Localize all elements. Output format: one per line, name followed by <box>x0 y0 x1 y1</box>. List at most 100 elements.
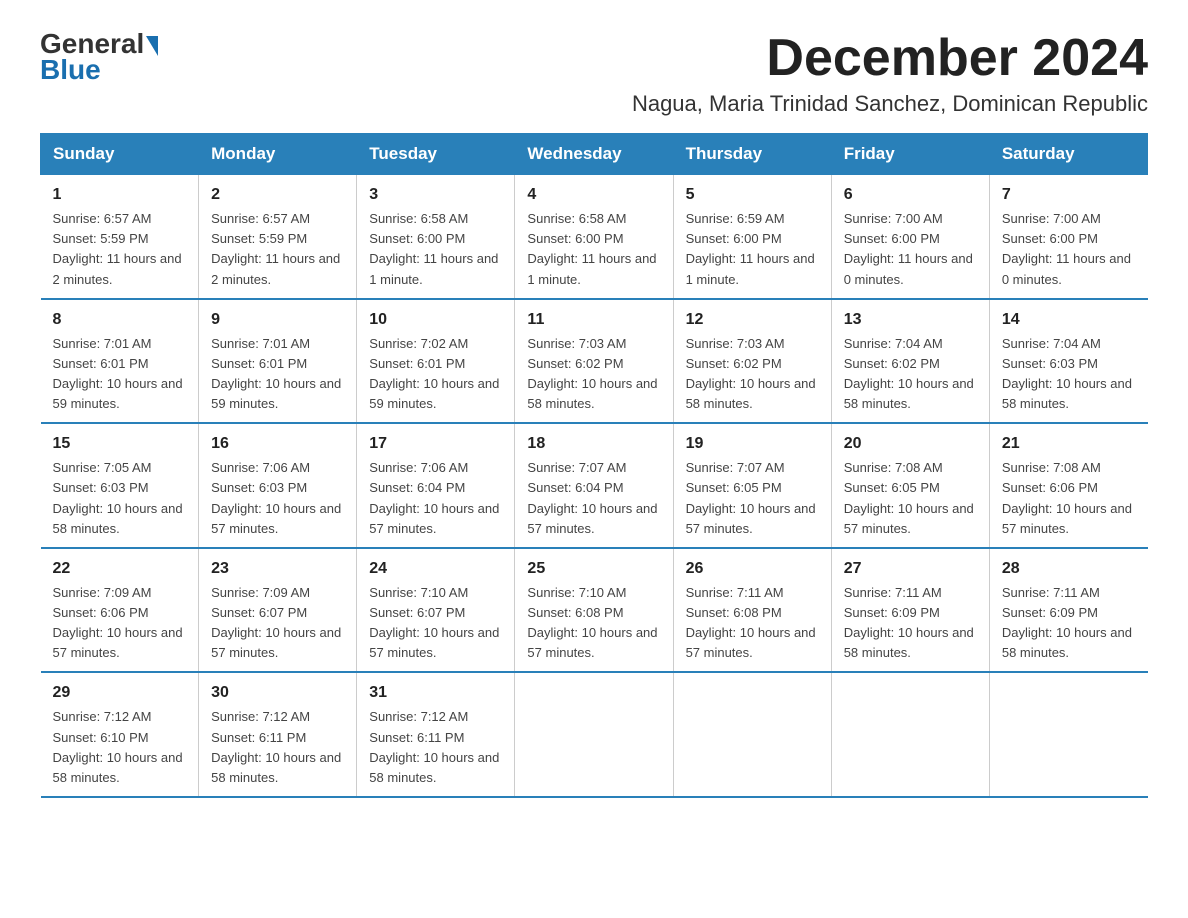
logo[interactable]: General Blue <box>40 30 158 86</box>
day-number: 10 <box>369 308 502 332</box>
day-number: 16 <box>211 432 344 456</box>
day-number: 13 <box>844 308 977 332</box>
day-info: Sunrise: 6:58 AMSunset: 6:00 PMDaylight:… <box>369 209 502 290</box>
calendar-cell: 2Sunrise: 6:57 AMSunset: 5:59 PMDaylight… <box>199 175 357 299</box>
day-number: 30 <box>211 681 344 705</box>
calendar-cell: 4Sunrise: 6:58 AMSunset: 6:00 PMDaylight… <box>515 175 673 299</box>
calendar-cell: 8Sunrise: 7:01 AMSunset: 6:01 PMDaylight… <box>41 299 199 424</box>
calendar-cell <box>989 672 1147 797</box>
day-number: 23 <box>211 557 344 581</box>
location-title: Nagua, Maria Trinidad Sanchez, Dominican… <box>632 91 1148 117</box>
day-number: 7 <box>1002 183 1136 207</box>
day-info: Sunrise: 7:01 AMSunset: 6:01 PMDaylight:… <box>211 334 344 415</box>
calendar-cell: 29Sunrise: 7:12 AMSunset: 6:10 PMDayligh… <box>41 672 199 797</box>
day-info: Sunrise: 7:11 AMSunset: 6:09 PMDaylight:… <box>844 583 977 664</box>
calendar-cell: 15Sunrise: 7:05 AMSunset: 6:03 PMDayligh… <box>41 423 199 548</box>
calendar-cell: 25Sunrise: 7:10 AMSunset: 6:08 PMDayligh… <box>515 548 673 673</box>
calendar-cell: 3Sunrise: 6:58 AMSunset: 6:00 PMDaylight… <box>357 175 515 299</box>
day-info: Sunrise: 6:57 AMSunset: 5:59 PMDaylight:… <box>53 209 187 290</box>
day-number: 9 <box>211 308 344 332</box>
day-info: Sunrise: 7:09 AMSunset: 6:06 PMDaylight:… <box>53 583 187 664</box>
calendar-cell: 27Sunrise: 7:11 AMSunset: 6:09 PMDayligh… <box>831 548 989 673</box>
day-info: Sunrise: 7:10 AMSunset: 6:07 PMDaylight:… <box>369 583 502 664</box>
calendar-week-row: 15Sunrise: 7:05 AMSunset: 6:03 PMDayligh… <box>41 423 1148 548</box>
day-info: Sunrise: 7:06 AMSunset: 6:04 PMDaylight:… <box>369 458 502 539</box>
day-info: Sunrise: 7:00 AMSunset: 6:00 PMDaylight:… <box>844 209 977 290</box>
calendar-cell: 21Sunrise: 7:08 AMSunset: 6:06 PMDayligh… <box>989 423 1147 548</box>
column-header-thursday: Thursday <box>673 134 831 175</box>
calendar-cell: 30Sunrise: 7:12 AMSunset: 6:11 PMDayligh… <box>199 672 357 797</box>
day-number: 6 <box>844 183 977 207</box>
calendar-cell: 16Sunrise: 7:06 AMSunset: 6:03 PMDayligh… <box>199 423 357 548</box>
calendar-cell: 19Sunrise: 7:07 AMSunset: 6:05 PMDayligh… <box>673 423 831 548</box>
column-header-sunday: Sunday <box>41 134 199 175</box>
day-number: 3 <box>369 183 502 207</box>
day-number: 27 <box>844 557 977 581</box>
day-number: 5 <box>686 183 819 207</box>
calendar-cell: 11Sunrise: 7:03 AMSunset: 6:02 PMDayligh… <box>515 299 673 424</box>
column-header-wednesday: Wednesday <box>515 134 673 175</box>
calendar-week-row: 8Sunrise: 7:01 AMSunset: 6:01 PMDaylight… <box>41 299 1148 424</box>
day-info: Sunrise: 7:11 AMSunset: 6:08 PMDaylight:… <box>686 583 819 664</box>
calendar-cell: 7Sunrise: 7:00 AMSunset: 6:00 PMDaylight… <box>989 175 1147 299</box>
calendar-cell: 17Sunrise: 7:06 AMSunset: 6:04 PMDayligh… <box>357 423 515 548</box>
day-info: Sunrise: 7:03 AMSunset: 6:02 PMDaylight:… <box>686 334 819 415</box>
calendar-cell <box>515 672 673 797</box>
calendar-cell: 5Sunrise: 6:59 AMSunset: 6:00 PMDaylight… <box>673 175 831 299</box>
calendar-cell: 13Sunrise: 7:04 AMSunset: 6:02 PMDayligh… <box>831 299 989 424</box>
day-number: 18 <box>527 432 660 456</box>
column-header-tuesday: Tuesday <box>357 134 515 175</box>
calendar-header-row: SundayMondayTuesdayWednesdayThursdayFrid… <box>41 134 1148 175</box>
title-block: December 2024 Nagua, Maria Trinidad Sanc… <box>632 30 1148 117</box>
calendar-cell: 9Sunrise: 7:01 AMSunset: 6:01 PMDaylight… <box>199 299 357 424</box>
day-info: Sunrise: 7:03 AMSunset: 6:02 PMDaylight:… <box>527 334 660 415</box>
month-title: December 2024 <box>632 30 1148 87</box>
day-info: Sunrise: 7:12 AMSunset: 6:11 PMDaylight:… <box>369 707 502 788</box>
column-header-saturday: Saturday <box>989 134 1147 175</box>
day-info: Sunrise: 7:05 AMSunset: 6:03 PMDaylight:… <box>53 458 187 539</box>
day-number: 31 <box>369 681 502 705</box>
column-header-friday: Friday <box>831 134 989 175</box>
calendar-cell: 1Sunrise: 6:57 AMSunset: 5:59 PMDaylight… <box>41 175 199 299</box>
day-number: 29 <box>53 681 187 705</box>
day-info: Sunrise: 7:09 AMSunset: 6:07 PMDaylight:… <box>211 583 344 664</box>
day-number: 8 <box>53 308 187 332</box>
calendar-week-row: 22Sunrise: 7:09 AMSunset: 6:06 PMDayligh… <box>41 548 1148 673</box>
day-info: Sunrise: 7:11 AMSunset: 6:09 PMDaylight:… <box>1002 583 1136 664</box>
day-number: 28 <box>1002 557 1136 581</box>
day-number: 21 <box>1002 432 1136 456</box>
day-number: 14 <box>1002 308 1136 332</box>
day-info: Sunrise: 7:08 AMSunset: 6:05 PMDaylight:… <box>844 458 977 539</box>
day-number: 19 <box>686 432 819 456</box>
day-number: 12 <box>686 308 819 332</box>
day-info: Sunrise: 7:12 AMSunset: 6:11 PMDaylight:… <box>211 707 344 788</box>
day-info: Sunrise: 6:59 AMSunset: 6:00 PMDaylight:… <box>686 209 819 290</box>
day-number: 22 <box>53 557 187 581</box>
day-info: Sunrise: 7:12 AMSunset: 6:10 PMDaylight:… <box>53 707 187 788</box>
day-number: 1 <box>53 183 187 207</box>
calendar-cell: 26Sunrise: 7:11 AMSunset: 6:08 PMDayligh… <box>673 548 831 673</box>
day-info: Sunrise: 7:04 AMSunset: 6:03 PMDaylight:… <box>1002 334 1136 415</box>
day-info: Sunrise: 7:01 AMSunset: 6:01 PMDaylight:… <box>53 334 187 415</box>
day-info: Sunrise: 7:06 AMSunset: 6:03 PMDaylight:… <box>211 458 344 539</box>
day-number: 25 <box>527 557 660 581</box>
calendar-cell: 28Sunrise: 7:11 AMSunset: 6:09 PMDayligh… <box>989 548 1147 673</box>
column-header-monday: Monday <box>199 134 357 175</box>
calendar-cell: 6Sunrise: 7:00 AMSunset: 6:00 PMDaylight… <box>831 175 989 299</box>
calendar-cell <box>831 672 989 797</box>
logo-blue: Blue <box>40 54 101 86</box>
day-info: Sunrise: 7:08 AMSunset: 6:06 PMDaylight:… <box>1002 458 1136 539</box>
day-info: Sunrise: 7:07 AMSunset: 6:05 PMDaylight:… <box>686 458 819 539</box>
page-header: General Blue December 2024 Nagua, Maria … <box>40 30 1148 117</box>
day-info: Sunrise: 7:04 AMSunset: 6:02 PMDaylight:… <box>844 334 977 415</box>
calendar-cell: 22Sunrise: 7:09 AMSunset: 6:06 PMDayligh… <box>41 548 199 673</box>
day-number: 11 <box>527 308 660 332</box>
calendar-cell: 31Sunrise: 7:12 AMSunset: 6:11 PMDayligh… <box>357 672 515 797</box>
calendar-cell: 23Sunrise: 7:09 AMSunset: 6:07 PMDayligh… <box>199 548 357 673</box>
day-number: 17 <box>369 432 502 456</box>
day-info: Sunrise: 6:58 AMSunset: 6:00 PMDaylight:… <box>527 209 660 290</box>
day-number: 20 <box>844 432 977 456</box>
day-info: Sunrise: 6:57 AMSunset: 5:59 PMDaylight:… <box>211 209 344 290</box>
day-number: 4 <box>527 183 660 207</box>
day-info: Sunrise: 7:00 AMSunset: 6:00 PMDaylight:… <box>1002 209 1136 290</box>
